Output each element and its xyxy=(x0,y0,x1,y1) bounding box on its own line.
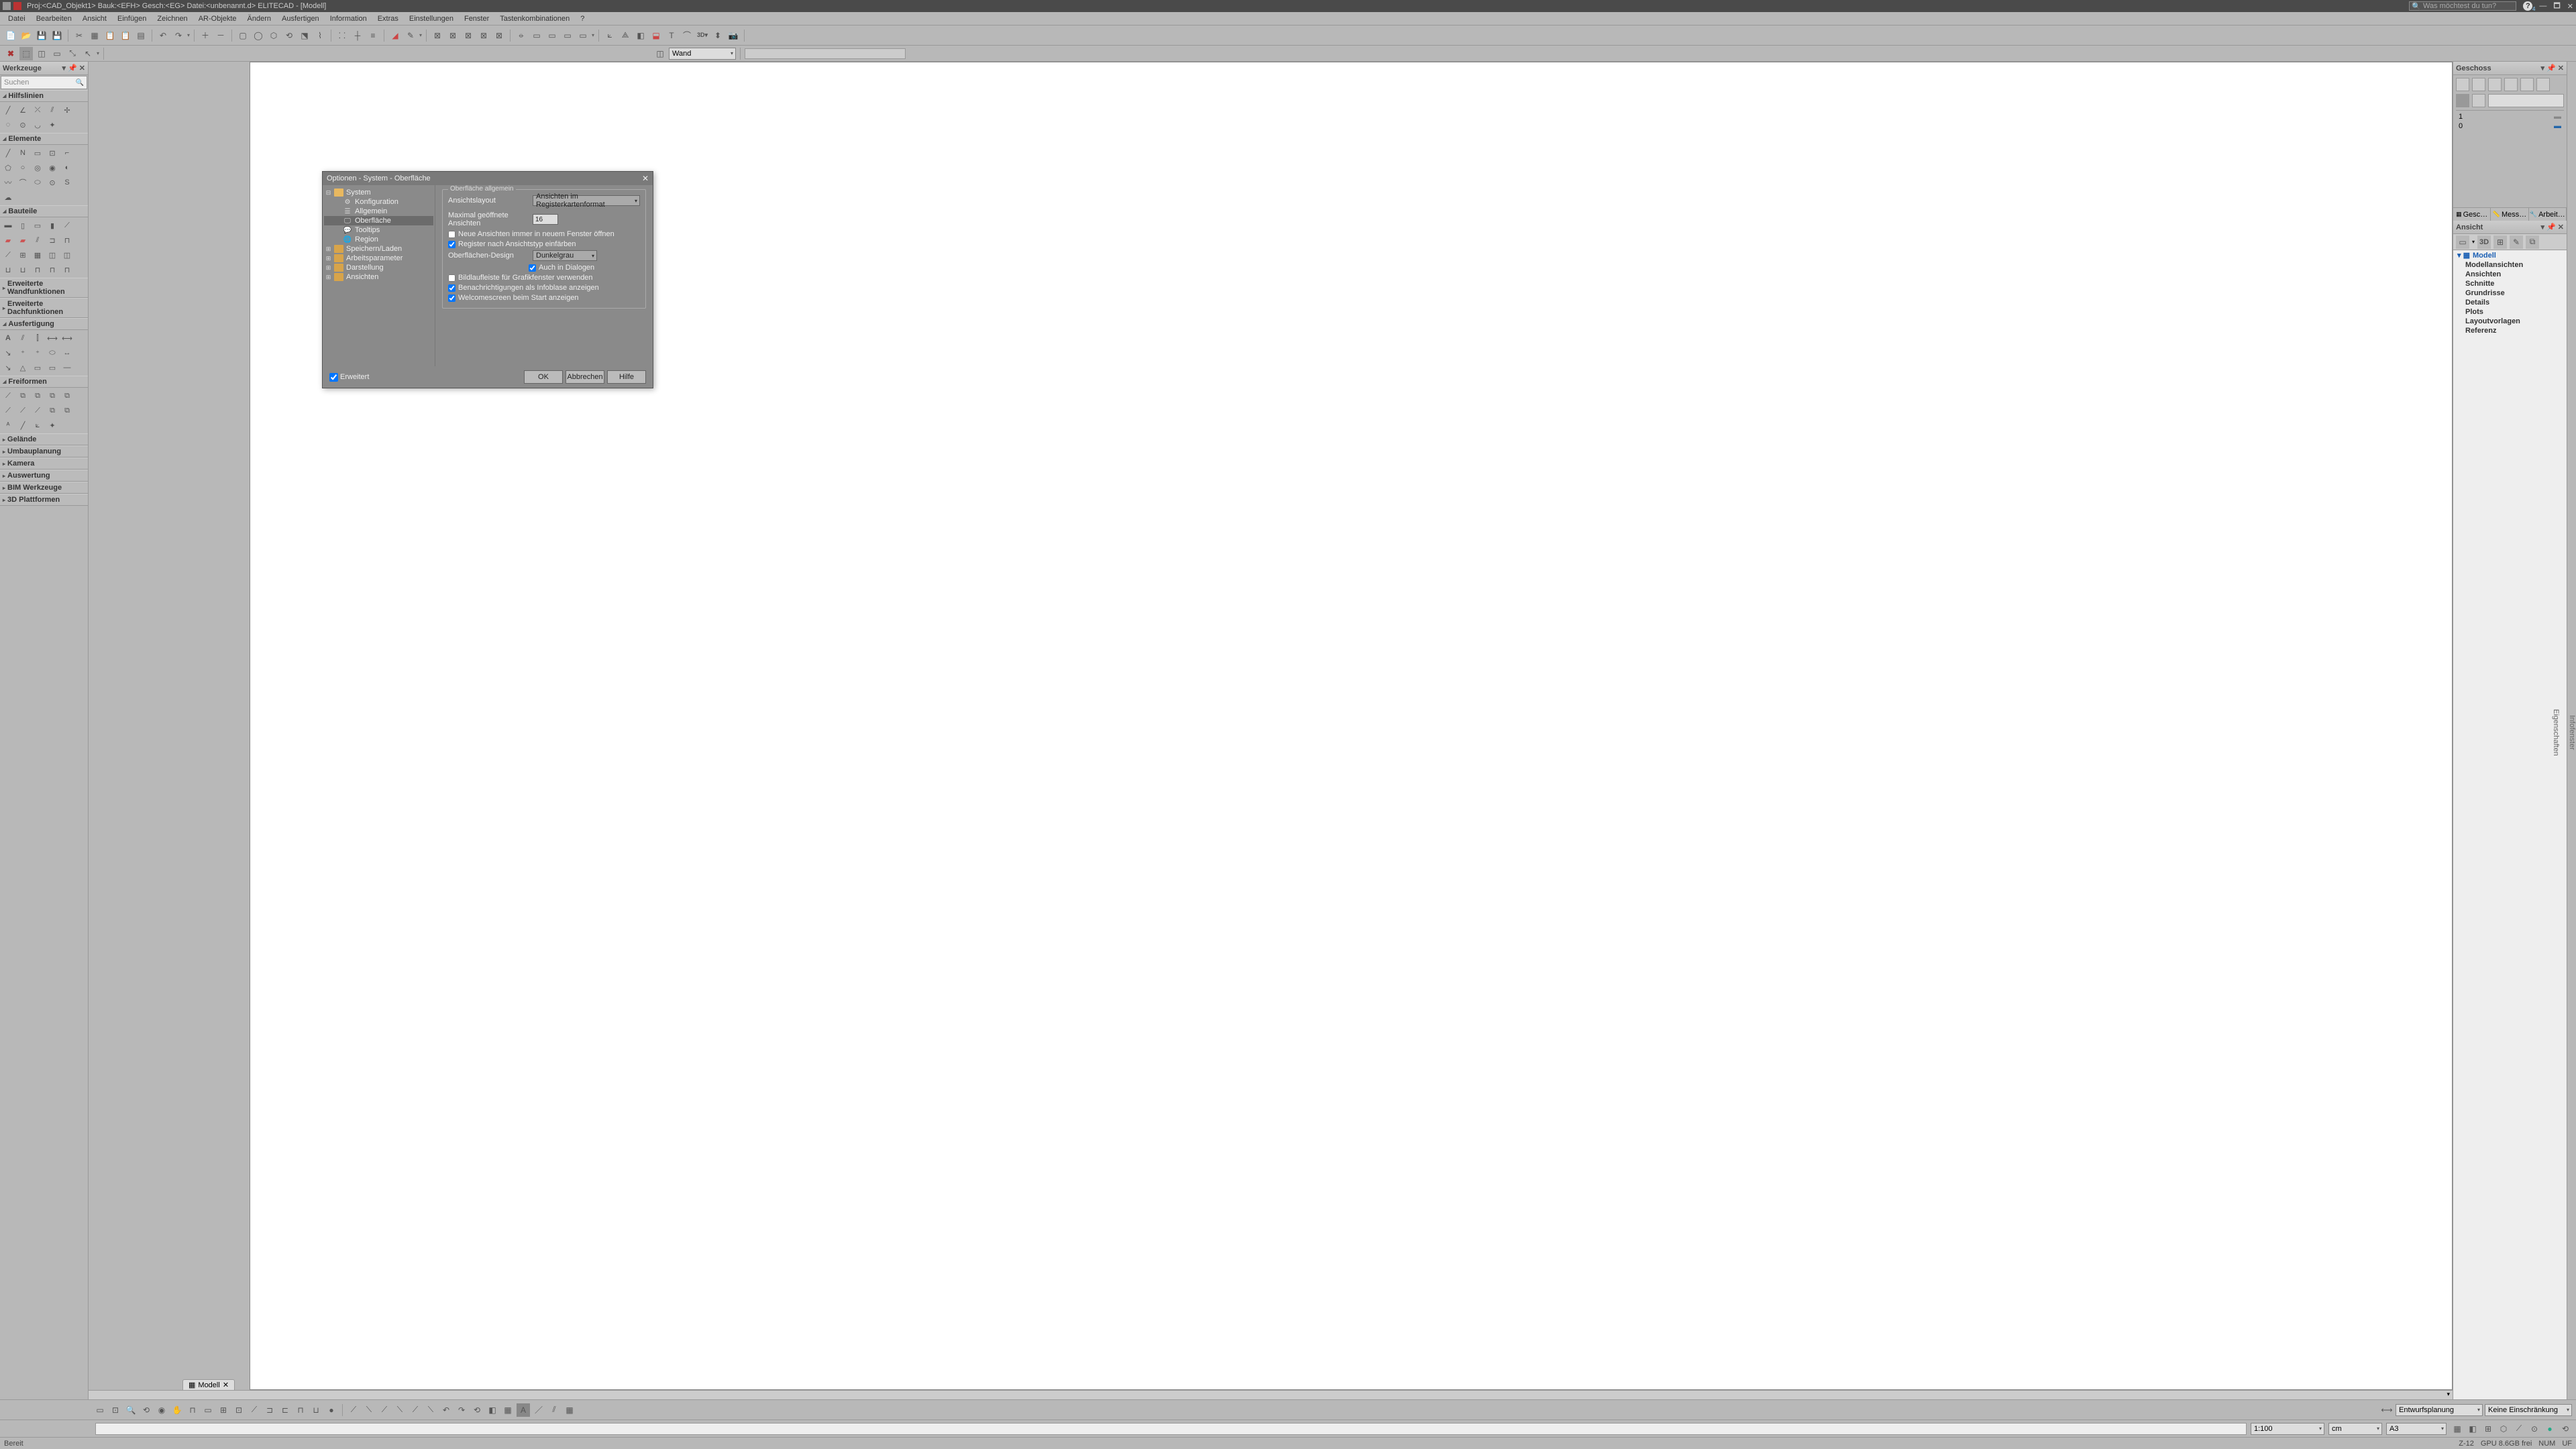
dialog-title-bar[interactable]: Optionen - System - Oberfläche ✕ xyxy=(323,172,653,185)
folder-icon xyxy=(334,245,343,253)
gear-icon: ⚙ xyxy=(343,198,352,206)
tree-tooltips[interactable]: 💬Tooltips xyxy=(324,225,433,235)
tree-region[interactable]: 🌐Region xyxy=(324,235,433,244)
dialog-close-icon[interactable]: ✕ xyxy=(642,174,649,183)
lbl-dialogs: Auch in Dialogen xyxy=(539,264,594,272)
ok-button[interactable]: OK xyxy=(524,370,563,384)
folder-icon xyxy=(334,273,343,281)
chk-newwin[interactable] xyxy=(448,231,455,238)
tree-ansichten[interactable]: ⊞Ansichten xyxy=(324,272,433,282)
design-combo[interactable]: Dunkelgrau xyxy=(533,250,597,261)
lbl-layout: Ansichtslayout xyxy=(448,197,529,205)
folder-icon xyxy=(334,264,343,272)
dialog-tree: ⊟System ⚙Konfiguration ☰Allgemein 🖵Oberf… xyxy=(323,185,435,366)
group-title: Oberfläche allgemein xyxy=(448,185,516,193)
tree-konfig[interactable]: ⚙Konfiguration xyxy=(324,197,433,207)
cancel-button[interactable]: Abbrechen xyxy=(566,370,604,384)
chk-dialogs[interactable] xyxy=(529,264,536,272)
layout-combo[interactable]: Ansichten im Registerkartenformat xyxy=(533,195,640,206)
bubble-icon: 💬 xyxy=(343,226,352,234)
lbl-erweitert: Erweitert xyxy=(340,373,369,381)
chk-notif[interactable] xyxy=(448,284,455,292)
folder-open-icon xyxy=(334,189,343,197)
lbl-design: Oberflächen-Design xyxy=(448,252,529,260)
lbl-newwin: Neue Ansichten immer in neuem Fenster öf… xyxy=(458,230,614,238)
lbl-color: Register nach Ansichtstyp einfärben xyxy=(458,240,576,248)
options-dialog: Optionen - System - Oberfläche ✕ ⊟System… xyxy=(322,171,653,388)
list-icon: ☰ xyxy=(343,207,352,215)
tree-system[interactable]: ⊟System xyxy=(324,188,433,197)
lbl-welcome: Welcomescreen beim Start anzeigen xyxy=(458,294,579,302)
tree-oberflaeche[interactable]: 🖵Oberfläche xyxy=(324,216,433,225)
maxopen-input[interactable] xyxy=(533,214,558,225)
chk-erweitert[interactable] xyxy=(329,373,338,382)
folder-icon xyxy=(334,254,343,262)
dialog-footer: Erweitert OK Abbrechen Hilfe xyxy=(323,366,653,388)
lbl-scroll: Bildlaufleiste für Grafikfenster verwend… xyxy=(458,274,593,282)
tree-allgemein[interactable]: ☰Allgemein xyxy=(324,207,433,216)
chk-color[interactable] xyxy=(448,241,455,248)
help-button[interactable]: Hilfe xyxy=(607,370,646,384)
globe-icon: 🌐 xyxy=(343,235,352,244)
tree-arbeitsparam[interactable]: ⊞Arbeitsparameter xyxy=(324,254,433,263)
chk-welcome[interactable] xyxy=(448,294,455,302)
dialog-content: Oberfläche allgemein Ansichtslayout Ansi… xyxy=(435,185,653,366)
lbl-notif: Benachrichtigungen als Infoblase anzeige… xyxy=(458,284,599,292)
tree-darstellung[interactable]: ⊞Darstellung xyxy=(324,263,433,272)
chk-scroll[interactable] xyxy=(448,274,455,282)
dialog-title: Optionen - System - Oberfläche xyxy=(327,174,431,182)
monitor-icon: 🖵 xyxy=(343,217,352,225)
tree-speichern[interactable]: ⊞Speichern/Laden xyxy=(324,244,433,254)
lbl-maxopen: Maximal geöffnete Ansichten xyxy=(448,211,529,227)
